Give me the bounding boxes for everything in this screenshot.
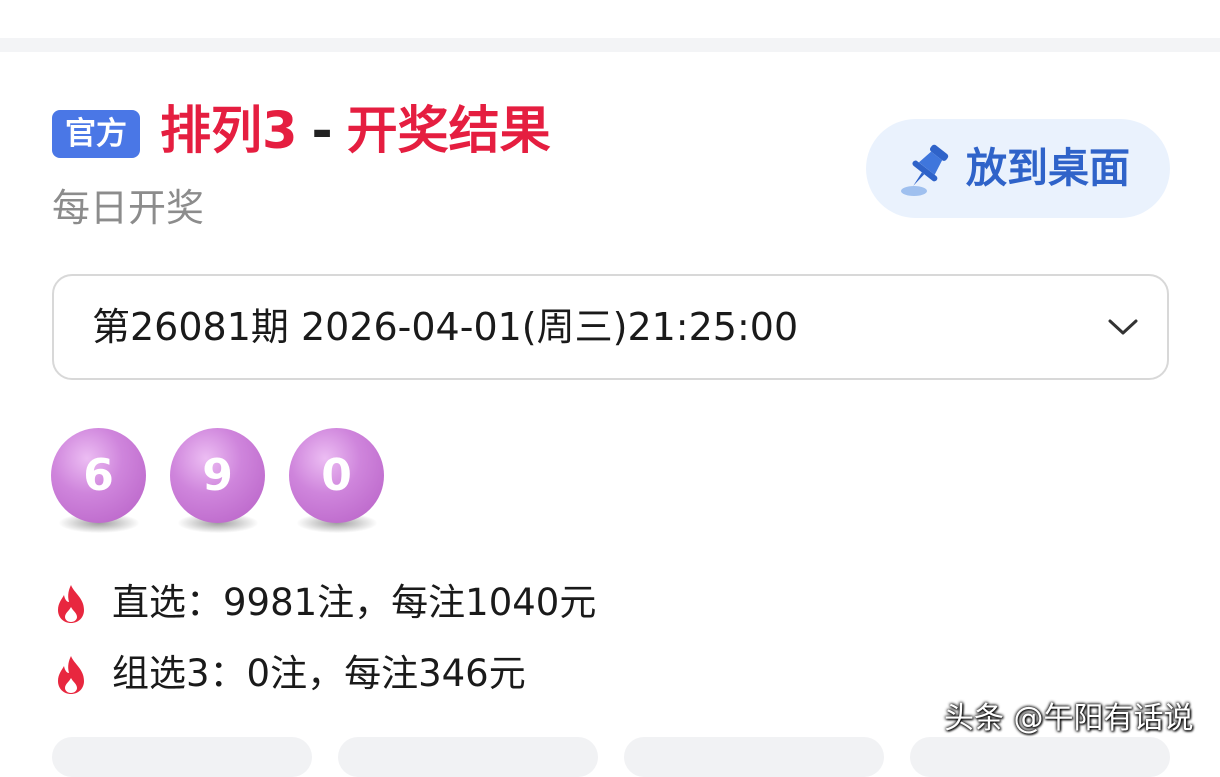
fire-icon [58,585,84,623]
bottom-tab[interactable] [624,737,884,777]
fire-icon [58,656,84,694]
top-strip [0,0,1220,38]
pushpin-icon [901,144,949,196]
result-ball-2: 9 [170,428,265,523]
title-lottery-name: 排列3 [160,102,298,161]
prize-text-group3: 组选3：0注，每注346元 [112,652,526,695]
section-divider [0,38,1220,52]
watermark: 头条 @午阳有话说 [944,701,1194,736]
period-select-value: 第26081期 2026-04-01(周三)21:25:00 [92,305,799,349]
draw-frequency: 每日开奖 [52,186,205,230]
page-title: 排列3- 开奖结果 [160,97,551,167]
result-ball-1: 6 [51,428,146,523]
official-badge: 官方 [52,110,140,158]
result-ball-3: 0 [289,428,384,523]
period-select[interactable]: 第26081期 2026-04-01(周三)21:25:00 [52,274,1169,380]
title-suffix: 开奖结果 [346,102,551,161]
title-dash: - [311,102,333,161]
bottom-tab[interactable] [52,737,312,777]
bottom-tab[interactable] [910,737,1170,777]
add-to-desktop-label: 放到桌面 [966,144,1130,192]
add-to-desktop-button[interactable]: 放到桌面 [866,119,1170,218]
prize-text-direct: 直选：9981注，每注1040元 [112,581,597,624]
bottom-tab[interactable] [338,737,598,777]
chevron-down-icon [1108,319,1138,335]
